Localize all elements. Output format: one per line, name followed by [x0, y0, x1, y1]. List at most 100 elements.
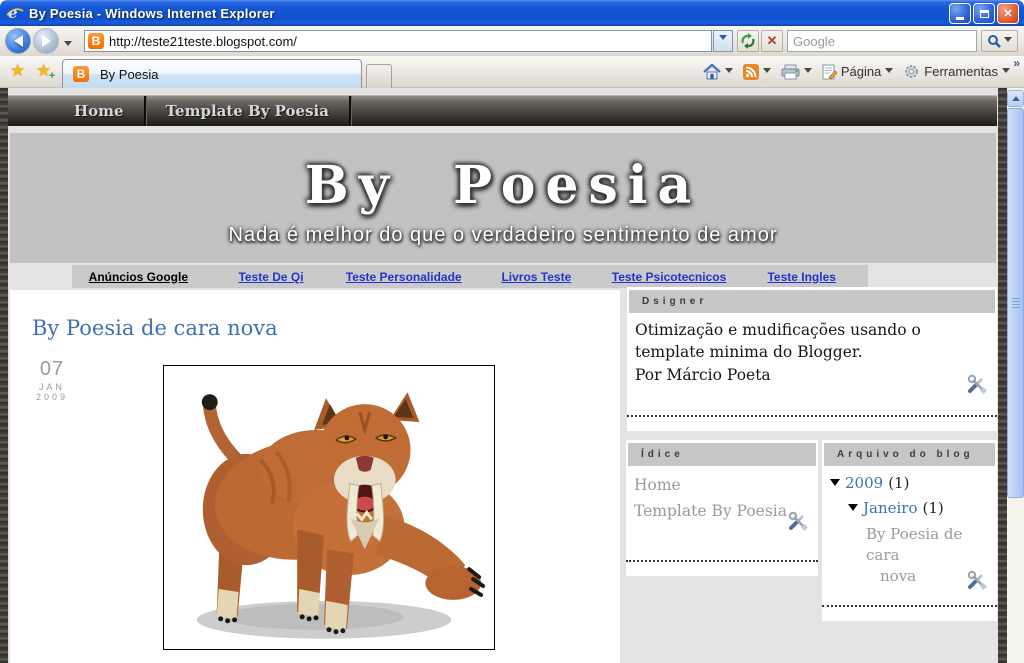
printer-icon [781, 64, 800, 80]
search-button[interactable] [981, 30, 1018, 52]
indice-link-template[interactable]: Template By Poesia [634, 498, 810, 524]
search-options-icon [1004, 36, 1012, 46]
title-bar: e By Poesia - Windows Internet Explorer … [0, 0, 1024, 26]
refresh-icon [741, 33, 755, 49]
close-button[interactable]: ✕ [997, 3, 1019, 24]
close-icon: ✕ [1003, 8, 1013, 20]
page-menu-button[interactable]: Página [820, 62, 895, 82]
page-dropdown-icon[interactable] [885, 68, 894, 77]
vertical-scrollbar[interactable] [1007, 88, 1024, 663]
minimize-button[interactable] [949, 3, 971, 24]
new-tab-stub[interactable] [366, 64, 392, 88]
forward-arrow-icon [41, 35, 51, 47]
widget-arquivo-title: Arquivo do blog [824, 443, 995, 466]
widget-edit-tools-icon[interactable] [967, 374, 988, 399]
url-field-container: B [84, 30, 712, 52]
history-dropdown-icon[interactable] [64, 41, 72, 50]
archive-year-row: 2009 (1) [830, 474, 991, 492]
archive-year-count: (1) [888, 474, 910, 492]
scroll-up-button[interactable] [1007, 90, 1024, 107]
restore-button[interactable] [973, 3, 995, 24]
blog-tagline: Nada é melhor do que o verdadeiro sentim… [228, 224, 778, 246]
window-title: By Poesia - Windows Internet Explorer [29, 5, 275, 21]
feeds-dropdown-icon[interactable] [762, 68, 771, 77]
tab-label: By Poesia [100, 66, 159, 82]
home-dropdown-icon[interactable] [724, 68, 733, 77]
web-page: Home Template By Poesia By Poesia Nada é… [0, 88, 1024, 663]
blog-title: By Poesia [304, 155, 702, 216]
page-menu-label: Página [840, 64, 882, 79]
tools-menu-button[interactable]: Ferramentas [901, 61, 1012, 82]
tools-dropdown-icon[interactable] [1002, 68, 1010, 77]
post-year: 2009 [36, 392, 69, 402]
nav-item-template[interactable]: Template By Poesia [146, 96, 349, 126]
widget-edit-tools-icon[interactable] [967, 570, 988, 595]
post-image[interactable] [163, 365, 495, 650]
archive-year-link[interactable]: 2009 [845, 474, 883, 492]
dsigner-description: Otimização e mudificações usando o templ… [635, 321, 921, 362]
scroll-up-icon [1011, 92, 1020, 101]
widget-edit-tools-icon[interactable] [788, 511, 809, 536]
ad-link-1[interactable]: Teste De Qi [205, 270, 338, 284]
dsigner-author: Por Márcio Poeta [635, 365, 771, 384]
ad-link-5[interactable]: Teste Ingles [735, 270, 868, 284]
collapse-arrow-icon[interactable] [848, 504, 858, 516]
post-day: 07 [39, 358, 65, 380]
url-dropdown-button[interactable] [713, 30, 733, 52]
site-header: By Poesia Nada é melhor do que o verdade… [10, 133, 996, 263]
ad-link-2[interactable]: Teste Personalidade [337, 270, 470, 284]
print-dropdown-icon[interactable] [803, 68, 812, 77]
home-button[interactable] [701, 62, 735, 82]
widget-indice-title: Ídice [628, 443, 816, 466]
collapse-arrow-icon[interactable] [830, 479, 840, 491]
tab-by-poesia[interactable]: B By Poesia [62, 59, 362, 88]
widget-dsigner: Dsigner Otimização e mudificações usando… [627, 287, 997, 431]
archive-post-line1: By Poesia de cara [866, 525, 963, 564]
stop-icon: ✕ [766, 33, 778, 48]
favorites-star-icon[interactable]: ★ [10, 61, 25, 81]
forward-button[interactable] [33, 28, 59, 54]
nav-item-home[interactable]: Home [54, 96, 144, 126]
restore-icon [979, 9, 989, 18]
widget-arquivo: Arquivo do blog 2009 (1) Janeiro (1) By … [822, 440, 997, 621]
tab-favicon-icon: B [73, 66, 89, 82]
back-arrow-icon [13, 35, 23, 47]
archive-month-link[interactable]: Janeiro [863, 499, 918, 517]
browser-window: e By Poesia - Windows Internet Explorer … [0, 0, 1024, 663]
search-box [787, 30, 977, 52]
archive-month-count: (1) [922, 499, 944, 517]
widget-indice: Ídice Home Template By Poesia [626, 440, 818, 576]
page-background-left [0, 88, 8, 663]
ie-logo-icon: e [6, 4, 24, 22]
toolbar-overflow-icon[interactable]: » [1013, 56, 1020, 70]
scrollbar-thumb[interactable] [1007, 108, 1024, 498]
add-favorite-icon[interactable]: ★ + [36, 61, 55, 82]
post-title[interactable]: By Poesia de cara nova [32, 316, 278, 340]
widget-divider [626, 560, 818, 562]
archive-month-row: Janeiro (1) [848, 499, 991, 517]
minimize-icon [956, 16, 964, 20]
address-bar: B ✕ [0, 26, 1024, 56]
main-column: By Poesia de cara nova 07 JAN 2009 [10, 290, 620, 663]
search-input[interactable] [788, 31, 976, 51]
site-nav: Home Template By Poesia [8, 95, 997, 126]
back-button[interactable] [5, 28, 31, 54]
plus-icon: + [48, 70, 56, 82]
stop-button[interactable]: ✕ [761, 30, 783, 52]
tools-menu-label: Ferramentas [924, 64, 998, 79]
rss-icon [742, 63, 759, 80]
feeds-button[interactable] [741, 62, 773, 82]
sabertooth-tiger-image [196, 392, 486, 639]
widget-divider [822, 605, 997, 607]
scrollbar-grip [1012, 298, 1020, 308]
nav-separator [348, 96, 351, 126]
ad-link-4[interactable]: Teste Psicotecnicos [603, 270, 736, 284]
indice-link-home[interactable]: Home [634, 472, 810, 498]
chevron-down-icon [719, 35, 727, 44]
widget-dsigner-title: Dsigner [629, 290, 995, 313]
search-icon [988, 35, 1001, 48]
refresh-button[interactable] [737, 30, 759, 52]
print-button[interactable] [779, 62, 814, 82]
url-input[interactable] [109, 32, 711, 50]
ad-link-3[interactable]: Livros Teste [470, 270, 603, 284]
